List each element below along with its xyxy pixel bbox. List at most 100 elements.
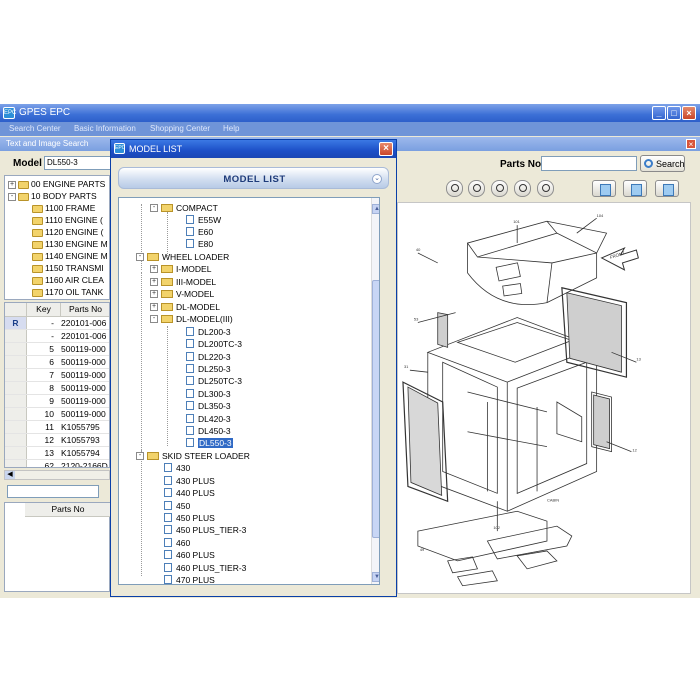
dialog-close-icon[interactable]: ×: [379, 142, 393, 156]
tree-item[interactable]: DL450-3: [186, 425, 231, 437]
zoom-fit-icon[interactable]: [537, 180, 554, 197]
tree-item[interactable]: - SKID STEER LOADER: [136, 450, 250, 462]
scroll-down-icon[interactable]: ▼: [372, 572, 379, 582]
menu-shopping-center[interactable]: Shopping Center: [150, 124, 210, 133]
scrollbar-thumb[interactable]: [372, 280, 379, 538]
tree-item[interactable]: 1150 TRANSMI: [32, 263, 104, 275]
tree-item[interactable]: 430: [164, 462, 190, 474]
tree-item[interactable]: DL300-3: [186, 388, 231, 400]
table-row[interactable]: -220101-006: [5, 330, 109, 343]
tree-item[interactable]: DL350-3: [186, 400, 231, 412]
tree-item[interactable]: E80: [186, 238, 213, 250]
print-icon[interactable]: [592, 180, 616, 197]
tree-item[interactable]: DL250TC-3: [186, 375, 242, 387]
dialog-title-bar[interactable]: EPC MODEL LIST ×: [111, 140, 396, 158]
panel-close-icon[interactable]: ×: [686, 139, 696, 149]
minimize-icon[interactable]: _: [652, 106, 666, 120]
tree-item[interactable]: DL200-3: [186, 326, 231, 338]
tree-item[interactable]: -10 BODY PARTS: [8, 191, 97, 203]
document-icon: [186, 414, 194, 424]
tree-item[interactable]: 440 PLUS: [164, 487, 215, 499]
column-header-parts-no[interactable]: Parts No: [61, 303, 109, 317]
table-row[interactable]: 8 500119-000: [5, 382, 109, 395]
parts-diagram[interactable]: 40 53 101 104 13 12 31 102 49 CABIN FRONT: [397, 202, 691, 594]
menu-basic-information[interactable]: Basic Information: [74, 124, 136, 133]
collapse-icon[interactable]: -: [150, 203, 158, 212]
collapse-icon[interactable]: -: [8, 192, 16, 201]
expand-icon[interactable]: +: [150, 277, 158, 286]
table-row[interactable]: 10 500119-000: [5, 408, 109, 421]
expand-icon[interactable]: +: [150, 289, 158, 298]
expand-icon[interactable]: +: [150, 264, 158, 273]
tree-item[interactable]: DL420-3: [186, 413, 231, 425]
tree-item[interactable]: DL250-3: [186, 363, 231, 375]
scroll-up-icon[interactable]: ▲: [372, 204, 379, 214]
tree-item[interactable]: +00 ENGINE PARTS: [8, 179, 105, 191]
tree-item[interactable]: + V-MODEL: [150, 288, 214, 300]
column-header-key[interactable]: Key: [27, 303, 61, 317]
image-save-icon[interactable]: [655, 180, 679, 197]
tree-item[interactable]: 1170 OIL TANK: [32, 287, 103, 299]
collapse-icon[interactable]: -: [136, 451, 144, 460]
menu-help[interactable]: Help: [223, 124, 239, 133]
image-export-icon[interactable]: [623, 180, 647, 197]
menu-search-center[interactable]: Search Center: [9, 124, 61, 133]
tree-item[interactable]: 1160 AIR CLEA: [32, 275, 104, 287]
model-input[interactable]: DL550-3: [44, 156, 114, 170]
tree-item[interactable]: DL200TC-3: [186, 338, 242, 350]
tree-item[interactable]: 1110 ENGINE (: [32, 215, 103, 227]
tree-item[interactable]: + III-MODEL: [150, 276, 216, 288]
filter-input[interactable]: [7, 485, 99, 498]
tree-item-selected[interactable]: DL550-3: [186, 437, 233, 449]
vertical-scrollbar[interactable]: ▲ ▼: [371, 198, 379, 584]
tree-item[interactable]: 470 PLUS: [164, 574, 215, 584]
expand-icon[interactable]: +: [8, 180, 16, 189]
table-row[interactable]: 6 500119-000: [5, 356, 109, 369]
folder-icon: [32, 288, 43, 297]
chevron-down-icon[interactable]: ⌄: [372, 174, 382, 184]
tree-item[interactable]: 450 PLUS_TIER-3: [164, 524, 246, 536]
tree-item[interactable]: + DL-MODEL: [150, 301, 220, 313]
tree-item[interactable]: - COMPACT: [150, 202, 218, 214]
tree-item[interactable]: 450 PLUS: [164, 512, 215, 524]
refresh-icon[interactable]: [446, 180, 463, 197]
tree-item[interactable]: 460: [164, 537, 190, 549]
scroll-left-icon[interactable]: ◀: [5, 471, 15, 479]
tree-item[interactable]: - WHEEL LOADER: [136, 251, 229, 263]
tree-item[interactable]: 1100 FRAME: [32, 203, 95, 215]
close-icon[interactable]: ×: [682, 106, 696, 120]
column-header-parts-no[interactable]: Parts No: [25, 503, 111, 517]
collapse-icon[interactable]: -: [150, 314, 158, 323]
zoom-out-icon[interactable]: [514, 180, 531, 197]
zoom-in-icon[interactable]: [491, 180, 508, 197]
tree-item[interactable]: DL220-3: [186, 351, 231, 363]
tree-item[interactable]: 1130 ENGINE M: [32, 239, 108, 251]
tree-item[interactable]: 1120 ENGINE (: [32, 227, 103, 239]
table-row[interactable]: 5 500119-000: [5, 343, 109, 356]
tree-item[interactable]: - DL-MODEL(III): [150, 313, 233, 325]
tree-item[interactable]: 1140 ENGINE M: [32, 251, 108, 263]
collapse-icon[interactable]: -: [136, 252, 144, 261]
parts-no-input[interactable]: [541, 156, 637, 171]
tree-item[interactable]: 460 PLUS_TIER-3: [164, 562, 246, 574]
document-icon: [164, 488, 172, 498]
table-row[interactable]: 13 K1055794: [5, 447, 109, 460]
search-button[interactable]: Search: [640, 155, 685, 172]
tree-item[interactable]: E60: [186, 226, 213, 238]
table-row[interactable]: 12 K1055793: [5, 434, 109, 447]
horizontal-scrollbar[interactable]: ◀: [4, 470, 110, 480]
table-row[interactable]: 62 2120-2166D: [5, 460, 109, 467]
table-row[interactable]: 9 500119-000: [5, 395, 109, 408]
expand-icon[interactable]: +: [150, 302, 158, 311]
zoom-window-icon[interactable]: [468, 180, 485, 197]
table-row[interactable]: 7 500119-000: [5, 369, 109, 382]
table-row[interactable]: R -220101-006: [5, 317, 109, 330]
maximize-icon[interactable]: □: [667, 106, 681, 120]
tree-item[interactable]: 450: [164, 500, 190, 512]
tree-item[interactable]: 430 PLUS: [164, 475, 215, 487]
tree-item[interactable]: + I-MODEL: [150, 263, 211, 275]
table-row[interactable]: 11 K1055795: [5, 421, 109, 434]
tree-item[interactable]: E55W: [186, 214, 221, 226]
tree-item[interactable]: 460 PLUS: [164, 549, 215, 561]
model-label: Model: [13, 158, 42, 169]
